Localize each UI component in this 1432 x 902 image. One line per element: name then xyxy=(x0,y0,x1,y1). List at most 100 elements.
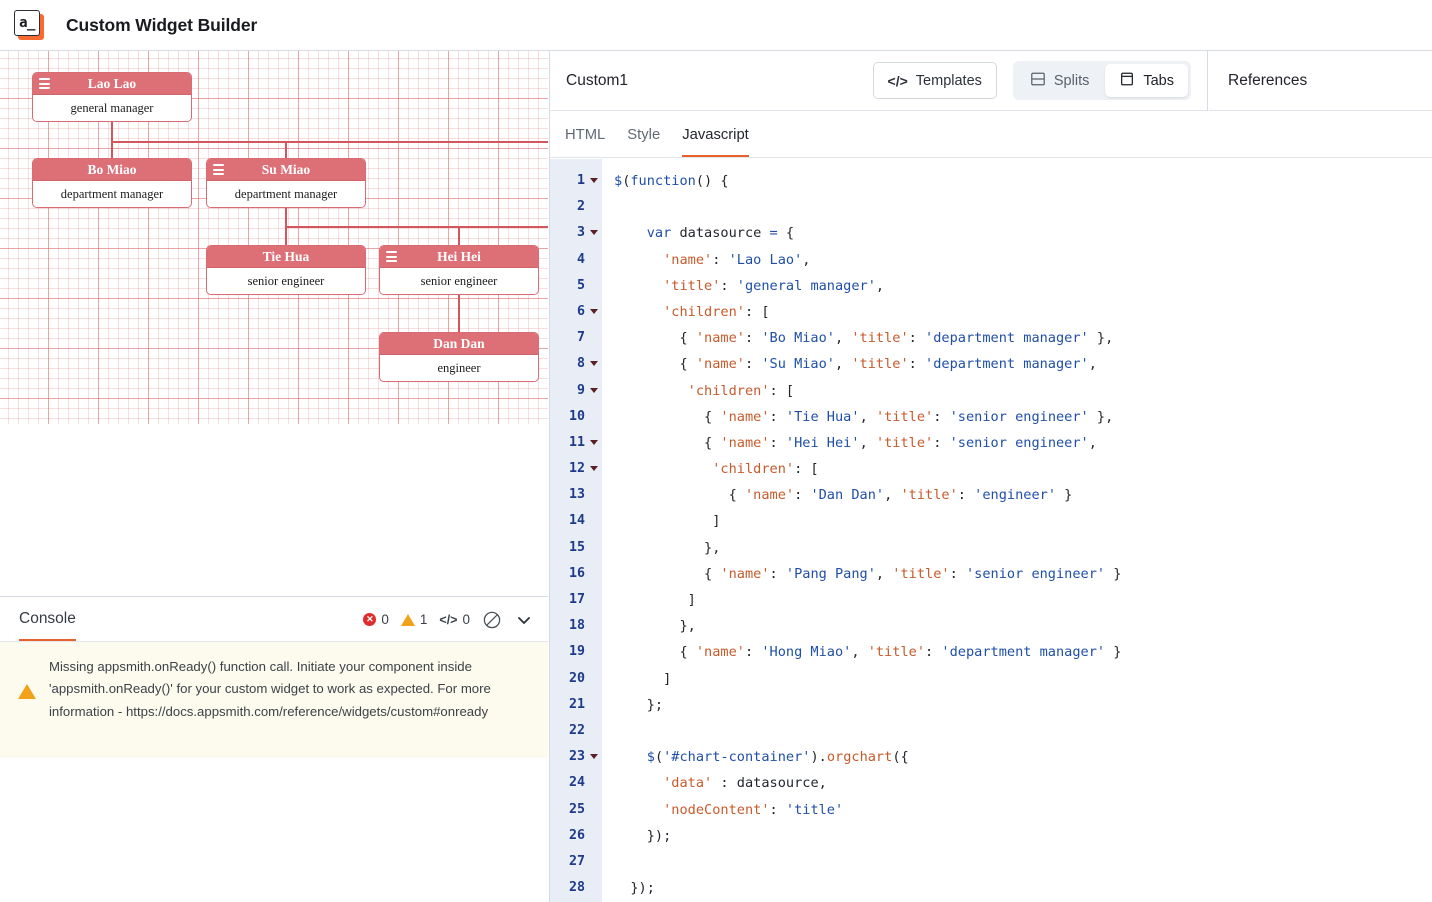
code-line: { 'name': 'Hong Miao', 'title': 'departm… xyxy=(614,639,1432,665)
org-chart-node[interactable]: Hei Heisenior engineer xyxy=(379,245,539,295)
tab-console[interactable]: Console xyxy=(19,597,76,641)
line-number-value: 4 xyxy=(577,252,585,267)
splits-toggle[interactable]: Splits xyxy=(1016,64,1103,97)
code-content[interactable]: $(function() { var datasource = { 'name'… xyxy=(602,159,1432,902)
line-number: 14 xyxy=(550,508,602,534)
org-chart-connector xyxy=(285,226,287,245)
org-chart-connector xyxy=(285,141,287,158)
org-chart-connector xyxy=(458,295,460,332)
code-token: 'name' xyxy=(696,330,745,346)
code-line: 'children': [ xyxy=(614,299,1432,325)
line-number-value: 11 xyxy=(569,435,585,450)
org-chart-node-box[interactable]: Lao Laogeneral manager xyxy=(32,72,192,122)
code-token: { xyxy=(614,409,720,425)
code-token: , xyxy=(835,330,851,346)
org-chart-node[interactable]: Tie Huasenior engineer xyxy=(206,245,366,295)
clear-console-icon[interactable] xyxy=(482,610,502,630)
code-line: 'nodeContent': 'title' xyxy=(614,797,1432,823)
line-number-value: 16 xyxy=(569,566,585,581)
org-chart-node-box[interactable]: Hei Heisenior engineer xyxy=(379,245,539,295)
code-token: 'title' xyxy=(786,802,843,818)
code-token: 'children' xyxy=(688,383,770,399)
tab-style[interactable]: Style xyxy=(627,111,660,157)
app-header: a_ Custom Widget Builder xyxy=(0,0,1432,51)
code-fold-chevron-down-icon[interactable] xyxy=(590,178,598,183)
code-token: 'title' xyxy=(876,435,933,451)
widget-name-label: Custom1 xyxy=(566,72,628,90)
code-fold-chevron-down-icon[interactable] xyxy=(590,440,598,445)
line-number-value: 28 xyxy=(569,880,585,895)
console-panel: Console ✕ 0 1 </> 0 xyxy=(0,596,548,758)
code-fold-chevron-down-icon[interactable] xyxy=(590,754,598,759)
code-line: }, xyxy=(614,535,1432,561)
code-line: { 'name': 'Dan Dan', 'title': 'engineer'… xyxy=(614,482,1432,508)
tab-html[interactable]: HTML xyxy=(565,111,605,157)
hamburger-menu-icon[interactable] xyxy=(213,164,224,175)
org-chart-node-title: general manager xyxy=(33,95,191,121)
org-chart-node[interactable]: Lao Laogeneral manager xyxy=(32,72,192,122)
code-token: : xyxy=(745,356,761,372)
code-token: : xyxy=(770,409,786,425)
tab-javascript[interactable]: Javascript xyxy=(682,111,749,157)
org-chart-connector xyxy=(458,226,460,245)
line-number: 18 xyxy=(550,613,602,639)
org-chart-node-box[interactable]: Bo Miaodepartment manager xyxy=(32,158,192,208)
hamburger-menu-icon[interactable] xyxy=(386,251,397,262)
code-token: { xyxy=(778,225,794,241)
code-line: { 'name': 'Tie Hua', 'title': 'senior en… xyxy=(614,404,1432,430)
code-token: , xyxy=(860,409,876,425)
org-chart-node-title: department manager xyxy=(207,181,365,207)
org-chart-node[interactable]: Su Miaodepartment manager xyxy=(206,158,366,208)
code-token: = xyxy=(770,225,778,241)
code-fold-chevron-down-icon[interactable] xyxy=(590,309,598,314)
code-token: : xyxy=(933,409,949,425)
org-chart-node[interactable]: Dan Danengineer xyxy=(379,332,539,382)
log-count[interactable]: </> 0 xyxy=(439,612,470,627)
code-token xyxy=(614,304,663,320)
code-line xyxy=(614,849,1432,875)
code-fold-chevron-down-icon[interactable] xyxy=(590,361,598,366)
code-token: : xyxy=(745,644,761,660)
code-editor[interactable]: 1234567891011121314151617181920212223242… xyxy=(550,159,1432,902)
tabs-toggle[interactable]: Tabs xyxy=(1105,64,1188,97)
code-token: 'nodeContent' xyxy=(663,802,769,818)
code-fold-chevron-down-icon[interactable] xyxy=(590,388,598,393)
collapse-console-chevron-down-icon[interactable] xyxy=(514,610,534,630)
code-token: } xyxy=(1056,487,1072,503)
line-number-value: 20 xyxy=(569,671,585,686)
error-count[interactable]: ✕ 0 xyxy=(363,612,389,627)
code-fold-chevron-down-icon[interactable] xyxy=(590,230,598,235)
line-number-value: 13 xyxy=(569,487,585,502)
code-line: 'title': 'general manager', xyxy=(614,273,1432,299)
code-token xyxy=(614,225,647,241)
appsmith-logo-icon[interactable]: a_ xyxy=(14,10,44,40)
page-title: Custom Widget Builder xyxy=(66,15,257,36)
templates-button[interactable]: </> Templates xyxy=(873,62,997,99)
org-chart-node-name: Lao Lao xyxy=(33,73,191,95)
code-token: 'name' xyxy=(720,566,769,582)
line-number-value: 9 xyxy=(577,383,585,398)
code-token: 'Tie Hua' xyxy=(786,409,860,425)
code-token: 'senior engineer' xyxy=(966,566,1105,582)
line-number-value: 8 xyxy=(577,356,585,371)
code-line: }); xyxy=(614,875,1432,901)
line-number-value: 19 xyxy=(569,644,585,659)
org-chart-node-box[interactable]: Tie Huasenior engineer xyxy=(206,245,366,295)
code-token: : xyxy=(950,566,966,582)
tabs-icon xyxy=(1119,71,1135,91)
line-number: 12 xyxy=(550,456,602,482)
org-chart-node-box[interactable]: Dan Danengineer xyxy=(379,332,539,382)
hamburger-menu-icon[interactable] xyxy=(39,78,50,89)
org-chart-node-name: Su Miao xyxy=(207,159,365,181)
code-fold-chevron-down-icon[interactable] xyxy=(590,466,598,471)
code-token xyxy=(614,749,647,765)
org-chart[interactable]: Lao Laogeneral manager Bo Miaodepartment … xyxy=(0,51,548,424)
line-number: 2 xyxy=(550,194,602,220)
org-chart-node-box[interactable]: Su Miaodepartment manager xyxy=(206,158,366,208)
code-token: 'Lao Lao' xyxy=(729,252,803,268)
warning-count[interactable]: 1 xyxy=(401,612,428,627)
code-token: : xyxy=(909,330,925,346)
org-chart-node[interactable]: Bo Miaodepartment manager xyxy=(32,158,192,208)
code-token xyxy=(614,461,712,477)
code-line xyxy=(614,718,1432,744)
